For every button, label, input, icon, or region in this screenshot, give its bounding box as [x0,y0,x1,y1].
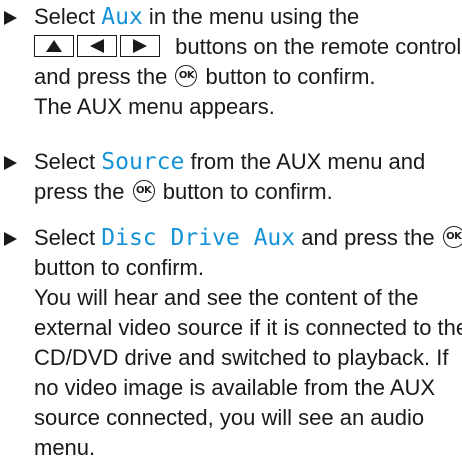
remote-buttons [34,35,163,58]
triangle-left-icon [77,35,117,58]
bullet-arrow-icon [4,156,17,170]
bullet-arrow-icon [4,11,17,25]
step-3-text-a: and press the [295,225,441,250]
step-3-highlight: Disc Drive Aux [101,225,296,251]
step-3: Select Disc Drive Aux and press the OK b… [0,223,462,463]
ok-button-icon: OK [442,226,462,249]
step-3-text-b: button to confirm. [34,255,204,280]
step-3-result: You will hear and see the content of the… [34,285,462,460]
step-1-text-c: button to confirm. [199,64,376,89]
step-1-text-a: in the menu using the [142,4,360,29]
step-2-highlight: Source [101,149,185,175]
bullet-arrow-icon [4,232,17,246]
step-1-pre: Select [34,4,102,29]
step-2: Select Source from the AUX menu and pres… [0,147,462,207]
step-1: Select Aux in the menu using the buttons… [0,2,462,122]
ok-button-icon: OK [175,65,198,88]
triangle-up-icon [34,35,74,58]
step-2-pre: Select [34,149,102,174]
step-3-pre: Select [34,225,102,250]
triangle-right-icon [120,35,160,58]
instruction-page: Select Aux in the menu using the buttons… [0,0,462,460]
ok-button-icon: OK [132,180,155,203]
step-1-highlight: Aux [101,4,143,30]
step-2-text-b: button to confirm. [156,179,333,204]
step-1-result: The AUX menu appears. [34,94,275,119]
